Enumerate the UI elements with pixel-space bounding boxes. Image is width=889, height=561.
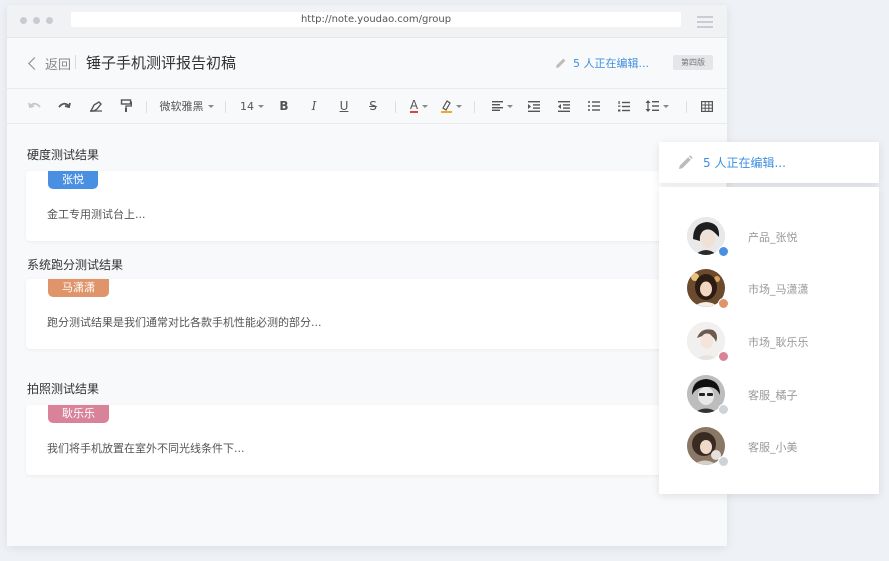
collaborator-item[interactable]: 市场_马潇潇	[687, 269, 877, 309]
outdent-button[interactable]	[555, 89, 573, 123]
font-family-value: 微软雅黑	[159, 100, 204, 113]
font-color-button[interactable]: A	[406, 89, 432, 123]
font-size-select[interactable]: 14	[238, 89, 266, 123]
pencil-icon	[679, 155, 693, 169]
section-text: 跑分测试结果是我们通常对比各款手机性能必测的部分...	[47, 316, 322, 329]
highlight-button[interactable]	[438, 89, 464, 123]
bullet-list-icon	[588, 101, 600, 111]
editor-tag: 马潇潇	[48, 279, 109, 297]
divider	[75, 55, 76, 69]
caret-down-icon	[506, 104, 513, 108]
browser-chrome: http://note.youdao.com/group	[7, 5, 727, 38]
status-dot	[718, 404, 729, 415]
section-title: 系统跑分测试结果	[27, 258, 124, 272]
clear-format-button[interactable]	[87, 89, 105, 123]
divider	[474, 101, 475, 113]
divider	[395, 101, 396, 113]
bullet-list-button[interactable]	[585, 89, 603, 123]
status-dot	[718, 351, 729, 362]
caret-down-icon	[207, 104, 214, 108]
editing-status[interactable]: 5 人正在编辑...	[555, 55, 649, 71]
line-height-icon	[645, 100, 659, 112]
line-height-button[interactable]	[644, 89, 670, 123]
status-dot	[718, 246, 729, 257]
editing-status-label: 5 人正在编辑...	[573, 57, 649, 70]
caret-down-icon	[422, 104, 429, 108]
undo-button[interactable]	[26, 89, 44, 123]
format-painter-button[interactable]	[117, 89, 135, 123]
status-dot	[718, 298, 729, 309]
indent-icon	[528, 100, 540, 112]
page-title: 锤子手机测评报告初稿	[86, 54, 237, 72]
caret-down-icon	[663, 104, 669, 108]
status-dot	[718, 456, 729, 467]
section-card[interactable]: 耿乐乐 我们将手机放置在室外不同光线条件下...	[26, 405, 726, 475]
editor-tag: 张悦	[48, 171, 98, 189]
strikethrough-button[interactable]: S	[364, 89, 382, 123]
caret-down-icon	[258, 104, 264, 108]
collaborator-item[interactable]: 市场_耿乐乐	[687, 322, 877, 362]
collaborator-item[interactable]: 客服_小美	[687, 427, 877, 467]
highlighter-icon	[440, 99, 452, 113]
divider	[225, 101, 226, 113]
editing-status-panel[interactable]: 5 人正在编辑...	[659, 142, 879, 183]
bold-button[interactable]: B	[275, 89, 293, 123]
collaborator-item[interactable]: 客服_橘子	[687, 375, 877, 415]
document-header: 返回 锤子手机测评报告初稿 5 人正在编辑... 第四版	[7, 38, 727, 89]
collaborator-name: 客服_小美	[748, 441, 798, 454]
collaborator-name: 市场_马潇潇	[748, 283, 809, 296]
font-size-value: 14	[240, 99, 254, 113]
caret-down-icon	[455, 104, 462, 108]
numbered-list-button[interactable]	[615, 89, 633, 123]
table-icon	[701, 100, 713, 112]
version-badge[interactable]: 第四版	[673, 55, 713, 70]
address-bar[interactable]: http://note.youdao.com/group	[71, 12, 681, 27]
align-left-icon	[491, 101, 503, 111]
eraser-icon	[89, 101, 102, 112]
collaborator-name: 市场_耿乐乐	[748, 336, 809, 349]
redo-icon	[58, 102, 71, 109]
outdent-icon	[558, 100, 570, 112]
editing-status-label: 5 人正在编辑...	[703, 156, 786, 170]
window-dot-icon[interactable]	[20, 17, 27, 24]
pencil-icon	[556, 58, 566, 68]
window-dot-icon[interactable]	[46, 17, 53, 24]
collaborators-panel: 产品_张悦 市场_马潇潇 市场_耿乐乐 客服_橘子 客服_小美	[659, 187, 879, 494]
section-title: 硬度测试结果	[27, 148, 100, 162]
section-text: 我们将手机放置在室外不同光线条件下...	[47, 442, 245, 455]
redo-button[interactable]	[55, 89, 73, 123]
format-toolbar: 微软雅黑 14 B I U S A	[7, 89, 727, 124]
paint-brush-icon	[120, 99, 132, 112]
collaborator-item[interactable]: 产品_张悦	[687, 217, 877, 257]
back-label: 返回	[45, 57, 72, 73]
insert-table-button[interactable]	[698, 89, 716, 123]
editor-tag: 耿乐乐	[48, 405, 109, 423]
font-family-select[interactable]: 微软雅黑	[159, 89, 214, 123]
hamburger-menu-icon[interactable]	[697, 16, 713, 31]
align-button[interactable]	[489, 89, 515, 123]
italic-button[interactable]: I	[305, 89, 323, 123]
section-title: 拍照测试结果	[27, 382, 100, 396]
chevron-left-icon	[28, 56, 41, 70]
collaborator-name: 客服_橘子	[748, 389, 798, 402]
collaborator-name: 产品_张悦	[748, 231, 798, 244]
back-button[interactable]: 返回	[27, 55, 72, 73]
section-card[interactable]: 马潇潇 跑分测试结果是我们通常对比各款手机性能必测的部分...	[26, 279, 726, 349]
numbered-list-icon	[618, 100, 630, 111]
font-color-label: A	[409, 98, 419, 113]
divider	[146, 101, 147, 113]
section-text: 金工专用测试台上...	[47, 208, 146, 221]
divider	[686, 101, 687, 113]
underline-button[interactable]: U	[335, 89, 353, 123]
indent-button[interactable]	[525, 89, 543, 123]
section-card[interactable]: 张悦 金工专用测试台上...	[26, 171, 726, 241]
undo-icon	[28, 102, 41, 109]
window-dot-icon[interactable]	[33, 17, 40, 24]
